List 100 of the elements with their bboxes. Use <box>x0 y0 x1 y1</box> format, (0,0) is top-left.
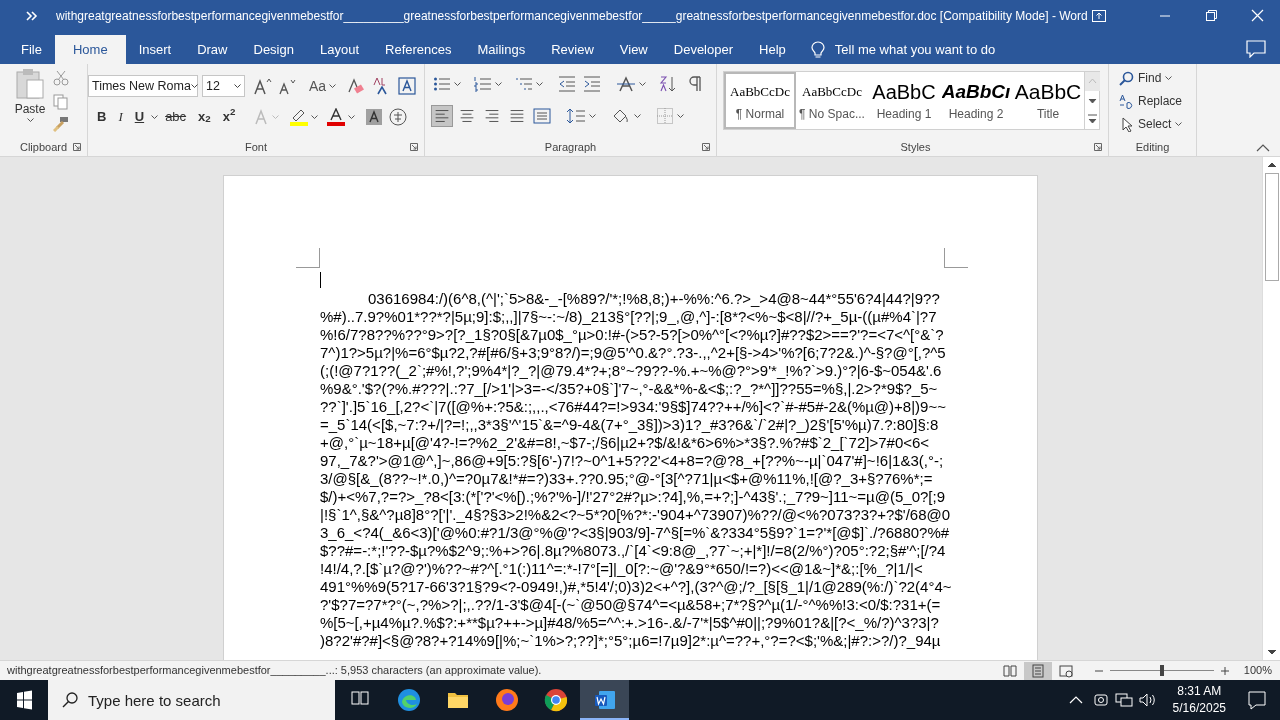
camera-icon[interactable] <box>1092 692 1109 708</box>
ribbon-tab[interactable]: Review <box>538 35 607 64</box>
text-line: =_5`14(<[$,~7:?+/|?=!;,,3*3§'^'15`&=^9-4&(7+°_3§])>3)1?_#3?6&`/`2#|?_)2§'[5'%µ)7.?:80]§:8 <box>320 416 940 434</box>
bullets-icon[interactable] <box>433 76 451 92</box>
dialog-launcher-icon[interactable] <box>1094 143 1102 151</box>
line-spacing-icon[interactable] <box>566 107 586 125</box>
dialog-launcher-icon[interactable] <box>410 143 418 151</box>
chrome-icon <box>543 688 568 712</box>
word-app-icon <box>592 688 617 712</box>
find-button[interactable]: Find <box>1119 69 1183 87</box>
caret-icon <box>589 113 596 119</box>
status-text: withgreatgreatnessforbestperformancegivenmebestfor_________...: 5,953 characters (an approximate value). <box>7 663 543 679</box>
ribbon-tab[interactable]: File <box>8 35 55 64</box>
dialog-launcher-icon[interactable] <box>702 143 710 151</box>
clear-formatting-icon[interactable] <box>346 77 365 95</box>
caret-icon <box>536 81 543 87</box>
ribbon-tab[interactable]: Layout <box>306 35 372 64</box>
expand-icon[interactable] <box>26 11 38 21</box>
chevron-up-icon[interactable] <box>1068 695 1083 705</box>
speaker-icon[interactable] <box>1138 692 1157 708</box>
ribbon-tab[interactable]: Help <box>746 35 799 64</box>
text-line: !4!/4,?.[$`µ?@?')%??~#?^[.°1(:)11^=:*-!7°[=]|_0[?:~@'?&9°*650/!=?)<<@1&~]*&;:[%_?|1/|< <box>320 560 924 578</box>
bold-button[interactable]: B <box>92 106 112 128</box>
style-option[interactable]: AaBbCı Heading 2 <box>940 72 1012 129</box>
clock[interactable]: 8:31 AM 5/16/2025 <box>1164 683 1234 717</box>
sort-icon[interactable] <box>659 75 677 93</box>
asian-layout-icon[interactable] <box>616 76 636 92</box>
increase-indent-icon[interactable] <box>583 76 601 92</box>
superscript-button[interactable]: x$^{2}$ <box>217 106 241 128</box>
style-option[interactable]: AaBbCcDc ¶ Normal <box>724 72 796 129</box>
vertical-scrollbar[interactable] <box>1262 157 1280 660</box>
caret-icon <box>1165 75 1173 81</box>
strikethrough-button[interactable]: abc <box>160 106 192 128</box>
scroll-thumb[interactable] <box>1264 173 1279 281</box>
caret-icon <box>1175 121 1183 127</box>
shrink-font-icon[interactable] <box>277 77 297 95</box>
cut-icon[interactable] <box>53 70 69 86</box>
ribbon-tab[interactable]: Developer <box>660 35 747 64</box>
print-layout-icon[interactable] <box>1023 661 1052 680</box>
select-button[interactable]: Select <box>1119 115 1183 133</box>
caret-icon <box>234 83 241 89</box>
text-line: 3/@§[&_(8??~!*.0,)^=?0µ7&!*#=?)33+.??0.95;°@-°[3[^?71|µ<$+@%11%,![@?_3+§?76%*;= <box>320 470 934 488</box>
text-line: 03616984:/)(6^8,(^|';`5>8&-_-[%89?/'*;!%8,8;)+-%%:^6.?>_>4@8~44*°55'6?4|44?|9?? <box>367 290 941 308</box>
ribbon-tab[interactable]: Draw <box>184 35 241 64</box>
multilevel-list-icon[interactable] <box>515 76 533 92</box>
shading-icon[interactable] <box>365 108 384 126</box>
style-option[interactable]: AaBbC Title <box>1012 72 1084 129</box>
font-size-field[interactable]: 12 <box>202 75 245 97</box>
text-line: %9&°.'$?(?%.#???|.:?7_[/>1'|>3=-</35?+0§`]'7~,°-&&*%-&<$;:?_?*^]]??55=%§,|.2>?*9$?_5~ <box>320 380 939 398</box>
dialog-launcher-icon[interactable] <box>73 143 81 151</box>
caret-icon <box>329 83 337 89</box>
zoom-in-icon[interactable] <box>1219 665 1230 676</box>
replace-icon <box>1119 93 1134 109</box>
lightbulb-icon <box>810 40 825 59</box>
highlight-color-icon[interactable] <box>289 108 310 126</box>
cursor-icon <box>1119 116 1134 132</box>
style-option[interactable]: AaBbCcDc ¶ No Spac... <box>796 72 868 129</box>
italic-button[interactable]: I <box>113 106 128 128</box>
font-color-icon[interactable] <box>326 108 347 126</box>
search-icon <box>62 692 78 708</box>
align-left-icon[interactable] <box>431 105 453 127</box>
paint-bucket-icon[interactable] <box>611 107 631 125</box>
underline-button[interactable]: U <box>129 106 150 128</box>
caret-icon <box>495 81 502 87</box>
search-icon <box>1119 70 1134 86</box>
zoom-slider[interactable] <box>1109 665 1214 676</box>
taskbar-search-field[interactable]: Type here to search <box>48 680 335 720</box>
ribbon-tab[interactable]: References <box>372 35 465 64</box>
caret-icon <box>272 114 280 120</box>
collapse-ribbon-icon[interactable] <box>1256 144 1270 152</box>
style-option[interactable]: AaBbC Heading 1 <box>868 72 940 129</box>
ribbon-display-icon[interactable] <box>1092 10 1106 22</box>
network-icon[interactable] <box>1114 692 1133 708</box>
text-line: )8?2'#?#]<§@?8?+?14%9[|%;~`1%>?;??]*;°5°;µ6=!7µ9]2*:µ^=??+,°?=?<$;'%&;|#?:>?/)?_94µ <box>320 632 942 650</box>
tell-me-field[interactable]: Tell me what you want to do <box>834 39 1135 60</box>
caret-icon <box>151 114 159 120</box>
caret-icon <box>311 114 319 120</box>
comment-icon[interactable] <box>1246 40 1266 58</box>
enclose-characters-icon[interactable] <box>389 108 408 126</box>
format-painter-icon[interactable] <box>53 116 69 132</box>
replace-button[interactable]: Replace <box>1119 92 1183 110</box>
ribbon-tab[interactable]: Mailings <box>464 35 539 64</box>
text-line: 491°%%9(5?17-66'3?1§?9<?-0949!,)#,*5!4'/;0)3)2<+^?],(3?^@;/?_[§[§_1|/1@289(%:/)`?2(4°4~ <box>320 578 952 596</box>
group-label: Paragraph <box>544 139 597 155</box>
ribbon-tab[interactable]: Insert <box>125 35 185 64</box>
ribbon-tab[interactable]: View <box>606 35 661 64</box>
grow-font-icon[interactable] <box>253 77 273 95</box>
font-name-field[interactable]: Times New Roma <box>88 75 198 97</box>
ribbon-tab[interactable]: Design <box>240 35 307 64</box>
show-formatting-marks-icon[interactable] <box>688 76 702 92</box>
text-line: %!6/7?8??%??°9>?[?_1§?0§[&7µ0$_°µ>0:!#-(>5?-5?[>0%^°[<?%µ?]#??$2>==?'?=<7<^[°&`? <box>320 326 945 344</box>
paste-button[interactable]: Paste <box>8 68 52 130</box>
decrease-indent-icon[interactable] <box>558 76 576 92</box>
subscript-button[interactable]: x$_{2}$ <box>193 106 216 128</box>
zoom-level[interactable]: 100% <box>1243 662 1272 679</box>
caret-icon <box>26 118 34 123</box>
numbering-icon[interactable] <box>474 76 492 92</box>
change-case-button[interactable]: Aa <box>309 75 337 97</box>
ribbon-tab[interactable]: Home <box>54 35 126 64</box>
character-border-icon[interactable] <box>398 77 417 95</box>
